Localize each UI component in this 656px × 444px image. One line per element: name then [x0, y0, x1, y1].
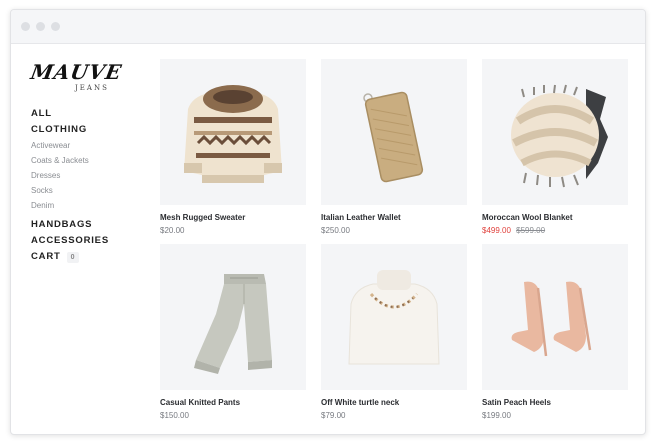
product-thumbnail[interactable] — [321, 244, 467, 390]
nav-coats-jackets[interactable]: Coats & Jackets — [31, 153, 151, 168]
nav-denim[interactable]: Denim — [31, 198, 151, 213]
browser-window: MAUVE JEANS ALL CLOTHING Activewear Coat… — [10, 9, 646, 435]
title-bar — [11, 10, 645, 44]
product-thumbnail[interactable] — [482, 59, 628, 205]
product-name[interactable]: Off White turtle neck — [321, 398, 467, 408]
product-name[interactable]: Satin Peach Heels — [482, 398, 628, 408]
product-card[interactable]: Satin Peach Heels $199.00 — [482, 244, 628, 421]
original-price: $599.00 — [516, 226, 546, 235]
category-nav: ALL CLOTHING Activewear Coats & Jackets … — [31, 106, 151, 265]
sale-price: $499.00 — [482, 226, 511, 235]
pants-image — [194, 274, 272, 374]
product-card[interactable]: Casual Knitted Pants $150.00 — [160, 244, 306, 421]
nav-all[interactable]: ALL — [31, 106, 151, 122]
brand-logo[interactable]: MAUVE JEANS — [28, 58, 151, 96]
cart-label: CART — [31, 251, 61, 262]
heels-image — [511, 281, 592, 357]
nav-cart[interactable]: CART 0 — [31, 249, 151, 265]
maximize-window-dot[interactable] — [51, 22, 60, 31]
product-thumbnail[interactable] — [160, 59, 306, 205]
product-price: $199.00 — [482, 411, 511, 420]
product-card[interactable]: Off White turtle neck $79.00 — [321, 244, 467, 421]
close-window-dot[interactable] — [21, 22, 30, 31]
brand-name: MAUVE — [28, 60, 124, 84]
product-thumbnail[interactable] — [321, 59, 467, 205]
sidebar: MAUVE JEANS ALL CLOTHING Activewear Coat… — [28, 58, 151, 265]
nav-accessories[interactable]: ACCESSORIES — [31, 233, 151, 249]
product-name[interactable]: Mesh Rugged Sweater — [160, 213, 306, 223]
blanket-image — [511, 84, 608, 188]
brand-sub: JEANS — [75, 84, 109, 92]
nav-dresses[interactable]: Dresses — [31, 168, 151, 183]
sweater-image — [184, 85, 282, 183]
product-card[interactable]: Moroccan Wool Blanket $499.00 $599.00 — [482, 59, 628, 236]
turtleneck-image — [348, 270, 440, 365]
cart-count-badge: 0 — [66, 251, 80, 263]
product-thumbnail[interactable] — [160, 244, 306, 390]
product-name[interactable]: Italian Leather Wallet — [321, 213, 467, 223]
product-price: $150.00 — [160, 411, 189, 420]
product-thumbnail[interactable] — [482, 244, 628, 390]
minimize-window-dot[interactable] — [36, 22, 45, 31]
nav-socks[interactable]: Socks — [31, 183, 151, 198]
nav-activewear[interactable]: Activewear — [31, 138, 151, 153]
product-name[interactable]: Casual Knitted Pants — [160, 398, 306, 408]
product-price: $250.00 — [321, 226, 350, 235]
product-price: $79.00 — [321, 411, 346, 420]
product-price: $499.00 $599.00 — [482, 226, 628, 236]
wallet-image — [363, 91, 424, 183]
product-card[interactable]: Italian Leather Wallet $250.00 — [321, 59, 467, 236]
product-price: $20.00 — [160, 226, 185, 235]
nav-handbags[interactable]: HANDBAGS — [31, 217, 151, 233]
product-name[interactable]: Moroccan Wool Blanket — [482, 213, 628, 223]
product-card[interactable]: Mesh Rugged Sweater $20.00 — [160, 59, 306, 236]
nav-clothing[interactable]: CLOTHING — [31, 122, 151, 138]
